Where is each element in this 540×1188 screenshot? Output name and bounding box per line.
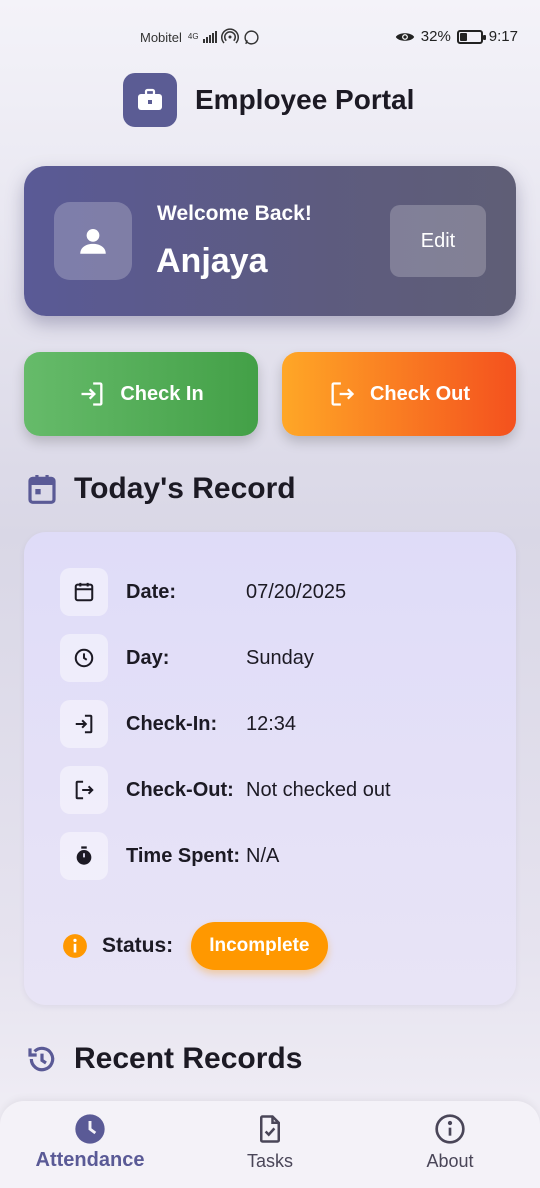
nav-item-attendance[interactable]: Attendance xyxy=(20,1113,160,1172)
info-icon xyxy=(63,934,87,958)
nav-label: Attendance xyxy=(35,1149,145,1171)
record-label: Check-Out: xyxy=(126,778,234,801)
calendar-icon xyxy=(28,475,56,504)
info-icon xyxy=(435,1114,465,1144)
page-title: Employee Portal xyxy=(195,84,415,115)
nav-item-tasks[interactable]: Tasks xyxy=(200,1113,340,1172)
check-in-label: Check In xyxy=(120,382,204,405)
todays-record-header: Today's Record xyxy=(26,472,296,506)
logout-icon xyxy=(331,382,355,406)
history-icon xyxy=(28,1046,55,1072)
battery-percent: 32% xyxy=(420,28,451,45)
logout-icon xyxy=(60,766,108,814)
status-bar-right: 32% 9:17 xyxy=(395,28,518,45)
clock-icon xyxy=(60,634,108,682)
todays-record-card: Date: 07/20/2025 Day: Sunday Check-In: 1… xyxy=(24,532,516,1005)
login-icon xyxy=(60,700,108,748)
carrier-label: Mobitel xyxy=(140,29,182,45)
task-icon xyxy=(260,1115,280,1143)
record-label: Day: xyxy=(126,646,170,669)
briefcase-icon xyxy=(123,73,177,127)
clock-time: 9:17 xyxy=(488,28,518,45)
check-in-button[interactable]: Check In xyxy=(24,352,258,436)
network-type: 4G xyxy=(187,32,199,41)
bottom-navigation: Attendance Tasks About xyxy=(0,1101,540,1188)
record-value: Sunday xyxy=(246,646,314,669)
login-icon xyxy=(81,382,103,406)
calendar-icon xyxy=(60,568,108,616)
user-name: Anjaya xyxy=(156,242,268,280)
status-bar: Mobitel 4G 32% 9:17 xyxy=(0,0,540,76)
person-icon xyxy=(54,202,132,280)
welcome-greeting: Welcome Back! xyxy=(157,202,312,225)
record-label: Date: xyxy=(126,580,177,603)
battery-icon xyxy=(456,29,486,44)
nav-item-about[interactable]: About xyxy=(380,1113,520,1172)
section-title: Today's Record xyxy=(74,472,296,505)
status-label: Status: xyxy=(102,934,174,957)
edit-button[interactable]: Edit xyxy=(390,205,486,277)
record-value: Not checked out xyxy=(246,778,391,801)
record-value: N/A xyxy=(246,844,280,867)
status-row: Status: Incomplete xyxy=(62,922,328,970)
status-bar-left: Mobitel 4G xyxy=(140,28,260,46)
record-value: 07/20/2025 xyxy=(246,580,347,603)
whatsapp-icon xyxy=(244,29,259,45)
signal-icon xyxy=(202,31,217,43)
welcome-card: Welcome Back! Anjaya Edit xyxy=(24,166,516,316)
nav-label: Tasks xyxy=(246,1151,293,1171)
nav-label: About xyxy=(426,1151,474,1171)
section-title: Recent Records xyxy=(74,1042,303,1075)
eye-icon xyxy=(395,32,414,41)
clock-filled-icon xyxy=(75,1114,105,1144)
record-row-check-in: Check-In: 12:34 xyxy=(60,700,490,748)
record-row-check-out: Check-Out: Not checked out xyxy=(60,766,490,814)
record-row-day: Day: Sunday xyxy=(60,634,490,682)
status-badge: Incomplete xyxy=(191,922,328,970)
app-bar: Employee Portal xyxy=(0,68,540,140)
record-value: 12:34 xyxy=(246,712,297,735)
timer-icon xyxy=(60,832,108,880)
record-label: Time Spent: xyxy=(126,844,241,867)
check-out-label: Check Out xyxy=(369,382,471,405)
check-out-button[interactable]: Check Out xyxy=(282,352,516,436)
recent-records-header: Recent Records xyxy=(26,1042,302,1076)
record-row-date: Date: 07/20/2025 xyxy=(60,568,490,616)
record-row-time-spent: Time Spent: N/A xyxy=(60,832,490,880)
record-label: Check-In: xyxy=(126,712,218,735)
hotspot-icon xyxy=(220,28,239,44)
